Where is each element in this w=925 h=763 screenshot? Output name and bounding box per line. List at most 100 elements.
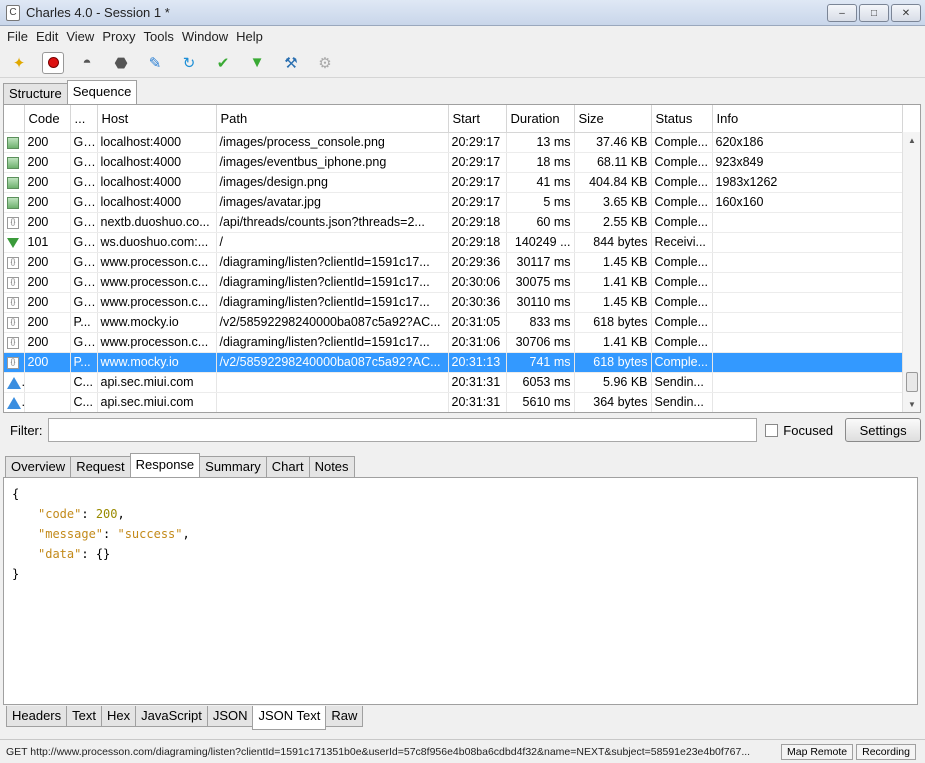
col-info[interactable]: Info — [712, 105, 903, 133]
status-text: GET http://www.processon.com/diagraming/… — [6, 745, 751, 758]
tab-response[interactable]: Response — [129, 453, 201, 477]
gear-icon[interactable]: ⚙ — [314, 52, 336, 74]
cell-size: 1.41 KB — [574, 332, 652, 353]
table-row[interactable]: 101 G... ws.duoshuo.com:.../20:29:18 140249… — [4, 232, 903, 253]
cell-host: ws.duoshuo.com:... — [97, 232, 217, 253]
table-header: Code ... Host Path Start Duration Size S… — [4, 105, 903, 133]
table-row[interactable]: {} 200 P... www.mocky.io/v2/58592298240000b… — [4, 312, 903, 333]
cell-host: localhost:4000 — [97, 132, 217, 153]
col-host[interactable]: Host — [97, 105, 217, 133]
basket-icon[interactable]: ▼ — [246, 52, 268, 74]
table-scrollbar[interactable]: ▲ ▼ — [902, 132, 920, 412]
tab-headers[interactable]: Headers — [6, 706, 68, 727]
scroll-down-icon[interactable]: ▼ — [908, 400, 916, 409]
broom-icon[interactable]: ✦ — [8, 52, 30, 74]
filter-input[interactable] — [47, 418, 758, 442]
menu-proxy[interactable]: Proxy — [98, 29, 139, 44]
minimize-button[interactable]: – — [827, 4, 857, 22]
tab-request[interactable]: Request — [70, 456, 131, 477]
table-row[interactable]: {} 200 G... www.processon.c.../diagraming/l… — [4, 292, 903, 313]
menu-tools[interactable]: Tools — [140, 29, 178, 44]
cell-host: www.mocky.io — [97, 312, 217, 333]
scroll-thumb[interactable] — [906, 372, 918, 392]
scroll-up-icon[interactable]: ▲ — [908, 136, 916, 145]
tab-text[interactable]: Text — [66, 706, 102, 727]
col-start[interactable]: Start — [448, 105, 507, 133]
body-view-tabs: Headers Text Hex JavaScript JSON JSON Te… — [6, 706, 364, 730]
col-code[interactable]: Code — [24, 105, 71, 133]
cell-code: 200 — [24, 252, 71, 273]
maximize-button[interactable]: □ — [859, 4, 889, 22]
table-row[interactable]: {} 200 G... www.processon.c.../diagraming/l… — [4, 252, 903, 273]
tab-chart[interactable]: Chart — [265, 456, 310, 477]
tab-summary[interactable]: Summary — [199, 456, 267, 477]
focused-checkbox[interactable] — [765, 423, 779, 437]
json-file-icon: {} — [7, 356, 19, 369]
cell-status: Sendin... — [651, 392, 713, 412]
table-row[interactable]: 200 G... localhost:4000/images/avatar.jpg 2… — [4, 192, 903, 213]
menu-window[interactable]: Window — [178, 29, 232, 44]
col-size[interactable]: Size — [574, 105, 652, 133]
json-close-brace: } — [12, 567, 20, 581]
table-row[interactable]: C... api.sec.miui.com 20:31:31 5610 ms 364 b… — [4, 392, 903, 412]
charles-icon: C — [6, 4, 20, 21]
col-method[interactable]: ... — [70, 105, 98, 133]
table-row[interactable]: {} 200 G... nextb.duoshuo.co.../api/threads… — [4, 212, 903, 233]
row-icon-cell — [4, 192, 25, 213]
table-row[interactable]: {} 200 P... www.mocky.io/v2/58592298240000b… — [4, 352, 903, 373]
cell-path — [216, 392, 449, 412]
cell-dur: 60 ms — [506, 212, 575, 233]
row-icon-cell: {} — [4, 272, 25, 293]
cell-m: G... — [70, 212, 98, 233]
tab-javascript[interactable]: JavaScript — [135, 706, 208, 727]
cell-path: /v2/58592298240000ba087c5a92?AC... — [216, 312, 449, 333]
recording-button[interactable]: Recording — [856, 743, 916, 760]
upload-arrow-icon — [7, 396, 21, 409]
col-icon[interactable] — [4, 105, 25, 133]
close-button[interactable]: ✕ — [891, 4, 921, 22]
json-line-data: "data": {} — [38, 547, 111, 561]
menu-view[interactable]: View — [62, 29, 98, 44]
menu-file[interactable]: File — [3, 29, 32, 44]
cell-start: 20:29:36 — [448, 252, 507, 273]
tab-json-text[interactable]: JSON Text — [252, 706, 327, 730]
pen-icon[interactable]: ✎ — [144, 52, 166, 74]
menu-edit[interactable]: Edit — [32, 29, 62, 44]
col-path[interactable]: Path — [216, 105, 449, 133]
table-row[interactable]: C... api.sec.miui.com 20:31:31 6053 ms 5.96 … — [4, 372, 903, 393]
response-body[interactable]: { "code": 200, "message": "success", "da… — [3, 477, 918, 705]
cell-host: localhost:4000 — [97, 172, 217, 193]
cell-status: Comple... — [651, 292, 713, 313]
cell-start: 20:31:31 — [448, 392, 507, 412]
tab-notes[interactable]: Notes — [308, 456, 355, 477]
table-row[interactable]: 200 G... localhost:4000/images/process_con… — [4, 132, 903, 153]
table-row[interactable]: {} 200 G... www.processon.c.../diagraming/l… — [4, 332, 903, 353]
turtle-icon[interactable]: ◓ — [76, 52, 98, 74]
tab-overview[interactable]: Overview — [5, 456, 72, 477]
tab-hex[interactable]: Hex — [100, 706, 137, 727]
record-icon[interactable] — [42, 51, 64, 74]
col-status[interactable]: Status — [651, 105, 713, 133]
col-duration[interactable]: Duration — [506, 105, 575, 133]
tools-icon[interactable]: ⚒ — [280, 52, 302, 74]
table-row[interactable]: {} 200 G... www.processon.c.../diagraming/l… — [4, 272, 903, 293]
cell-status: Comple... — [651, 172, 713, 193]
table-row[interactable]: 200 G... localhost:4000/images/eventbus_ip… — [4, 152, 903, 173]
cell-info — [712, 372, 903, 393]
tab-raw[interactable]: Raw — [325, 706, 364, 727]
tab-json[interactable]: JSON — [206, 706, 254, 727]
map-remote-button[interactable]: Map Remote — [781, 743, 854, 760]
cell-info — [712, 392, 903, 412]
menu-help[interactable]: Help — [232, 29, 267, 44]
cell-m: G... — [70, 192, 98, 213]
tab-structure[interactable]: Structure — [3, 83, 68, 104]
cell-status: Comple... — [651, 272, 713, 293]
check-icon[interactable]: ✔ — [212, 52, 234, 74]
cell-m: G... — [70, 132, 98, 153]
settings-button[interactable]: Settings — [845, 418, 921, 442]
refresh-icon[interactable]: ↻ — [178, 52, 200, 74]
stop-icon[interactable]: ⬣ — [110, 52, 132, 74]
table-row[interactable]: 200 G... localhost:4000/images/design.png 2… — [4, 172, 903, 193]
tab-sequence[interactable]: Sequence — [66, 80, 138, 104]
cell-info — [712, 252, 903, 273]
